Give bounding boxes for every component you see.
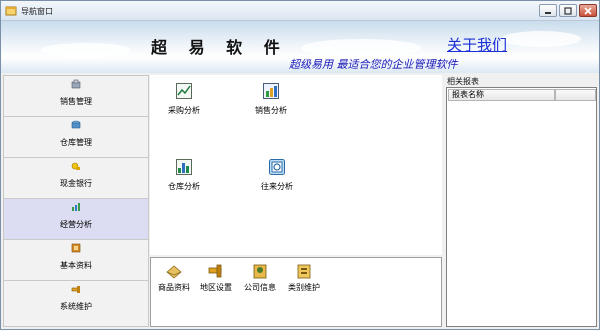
tile-label: 销售分析 — [255, 106, 287, 115]
column-header[interactable] — [555, 89, 596, 101]
banner: 超 易 软 件 关于我们 超级易用 最适合您的企业管理软件 — [1, 21, 599, 73]
title-bar[interactable]: 导航窗口 — [1, 1, 599, 21]
shortcut-label: 类别维护 — [288, 283, 320, 292]
nav-item-label: 系统维护 — [60, 302, 92, 311]
main-window: 导航窗口 超 易 软 件 关于我们 超级易用 最适合您的企业管理软件 销售管理 — [0, 0, 600, 330]
nav-item-sales[interactable]: 销售管理 — [4, 76, 148, 117]
left-nav: 销售管理 仓库管理 现金银行 经营分析 基本资料 系统维护 — [3, 75, 149, 327]
related-reports-title: 相关报表 — [447, 77, 479, 86]
shortcut-company-info[interactable]: 公司信息 — [237, 262, 283, 298]
shortcut-panel: 商品资料 地区设置 公司信息 类别维护 — [150, 257, 442, 327]
column-header-report-name[interactable]: 报表名称 — [448, 89, 555, 101]
nav-item-warehouse[interactable]: 仓库管理 — [4, 117, 148, 158]
close-button[interactable] — [579, 4, 597, 17]
shortcut-label: 商品资料 — [158, 283, 190, 292]
minimize-icon — [545, 11, 551, 14]
category-maintenance-icon — [297, 264, 311, 279]
shortcut-product-data[interactable]: 商品资料 — [151, 262, 197, 298]
nav-item-label: 仓库管理 — [60, 138, 92, 147]
minimize-button[interactable] — [539, 4, 557, 17]
nav-item-label: 经营分析 — [60, 220, 92, 229]
window-title: 导航窗口 — [21, 7, 53, 16]
sales-analysis-icon — [263, 83, 279, 99]
tile-warehouse-analysis[interactable]: 仓库分析 — [154, 159, 214, 199]
banner-cloud — [41, 43, 131, 57]
nav-item-basic-data[interactable]: 基本资料 — [4, 240, 148, 281]
accounts-analysis-icon — [269, 159, 285, 175]
banner-cloud — [501, 31, 581, 47]
nav-item-label: 现金银行 — [60, 179, 92, 188]
tile-purchase-analysis[interactable]: 采购分析 — [154, 83, 214, 123]
brand-title: 超 易 软 件 — [151, 38, 288, 57]
nav-item-label: 销售管理 — [60, 97, 92, 106]
shortcut-region-settings[interactable]: 地区设置 — [193, 262, 239, 298]
shortcut-label: 公司信息 — [244, 283, 276, 292]
nav-item-cash-bank[interactable]: 现金银行 — [4, 158, 148, 199]
related-reports-list[interactable]: 报表名称 — [446, 87, 597, 327]
product-data-icon — [166, 265, 182, 279]
shortcut-category-maintenance[interactable]: 类别维护 — [281, 262, 327, 298]
app-icon — [5, 6, 17, 16]
tile-sales-analysis[interactable]: 销售分析 — [241, 83, 301, 123]
warehouse-analysis-icon — [176, 159, 192, 175]
system-maintenance-icon — [71, 286, 80, 293]
shortcut-label: 地区设置 — [200, 283, 232, 292]
close-icon — [584, 6, 592, 15]
banner-cloud — [301, 39, 421, 57]
purchase-analysis-icon — [176, 83, 192, 99]
tile-label: 仓库分析 — [168, 182, 200, 191]
company-info-icon — [253, 264, 267, 279]
warehouse-icon — [71, 120, 81, 129]
tile-label: 往来分析 — [261, 182, 293, 191]
slogan: 超级易用 最适合您的企业管理软件 — [289, 58, 458, 71]
tile-accounts-analysis[interactable]: 往来分析 — [247, 159, 307, 199]
about-us-link[interactable]: 关于我们 — [447, 34, 507, 55]
nav-item-label: 基本资料 — [60, 261, 92, 270]
main-panel: 采购分析 销售分析 仓库分析 往来分析 — [150, 75, 442, 255]
cash-bank-icon — [71, 162, 80, 170]
sales-icon — [71, 79, 81, 89]
maximize-icon — [564, 6, 572, 15]
basic-data-icon — [71, 243, 81, 253]
tile-label: 采购分析 — [168, 106, 200, 115]
nav-item-system-maintenance[interactable]: 系统维护 — [4, 281, 148, 322]
maximize-button[interactable] — [559, 4, 577, 17]
region-settings-icon — [208, 264, 222, 278]
analysis-icon — [72, 203, 80, 211]
nav-item-analysis[interactable]: 经营分析 — [4, 199, 148, 240]
